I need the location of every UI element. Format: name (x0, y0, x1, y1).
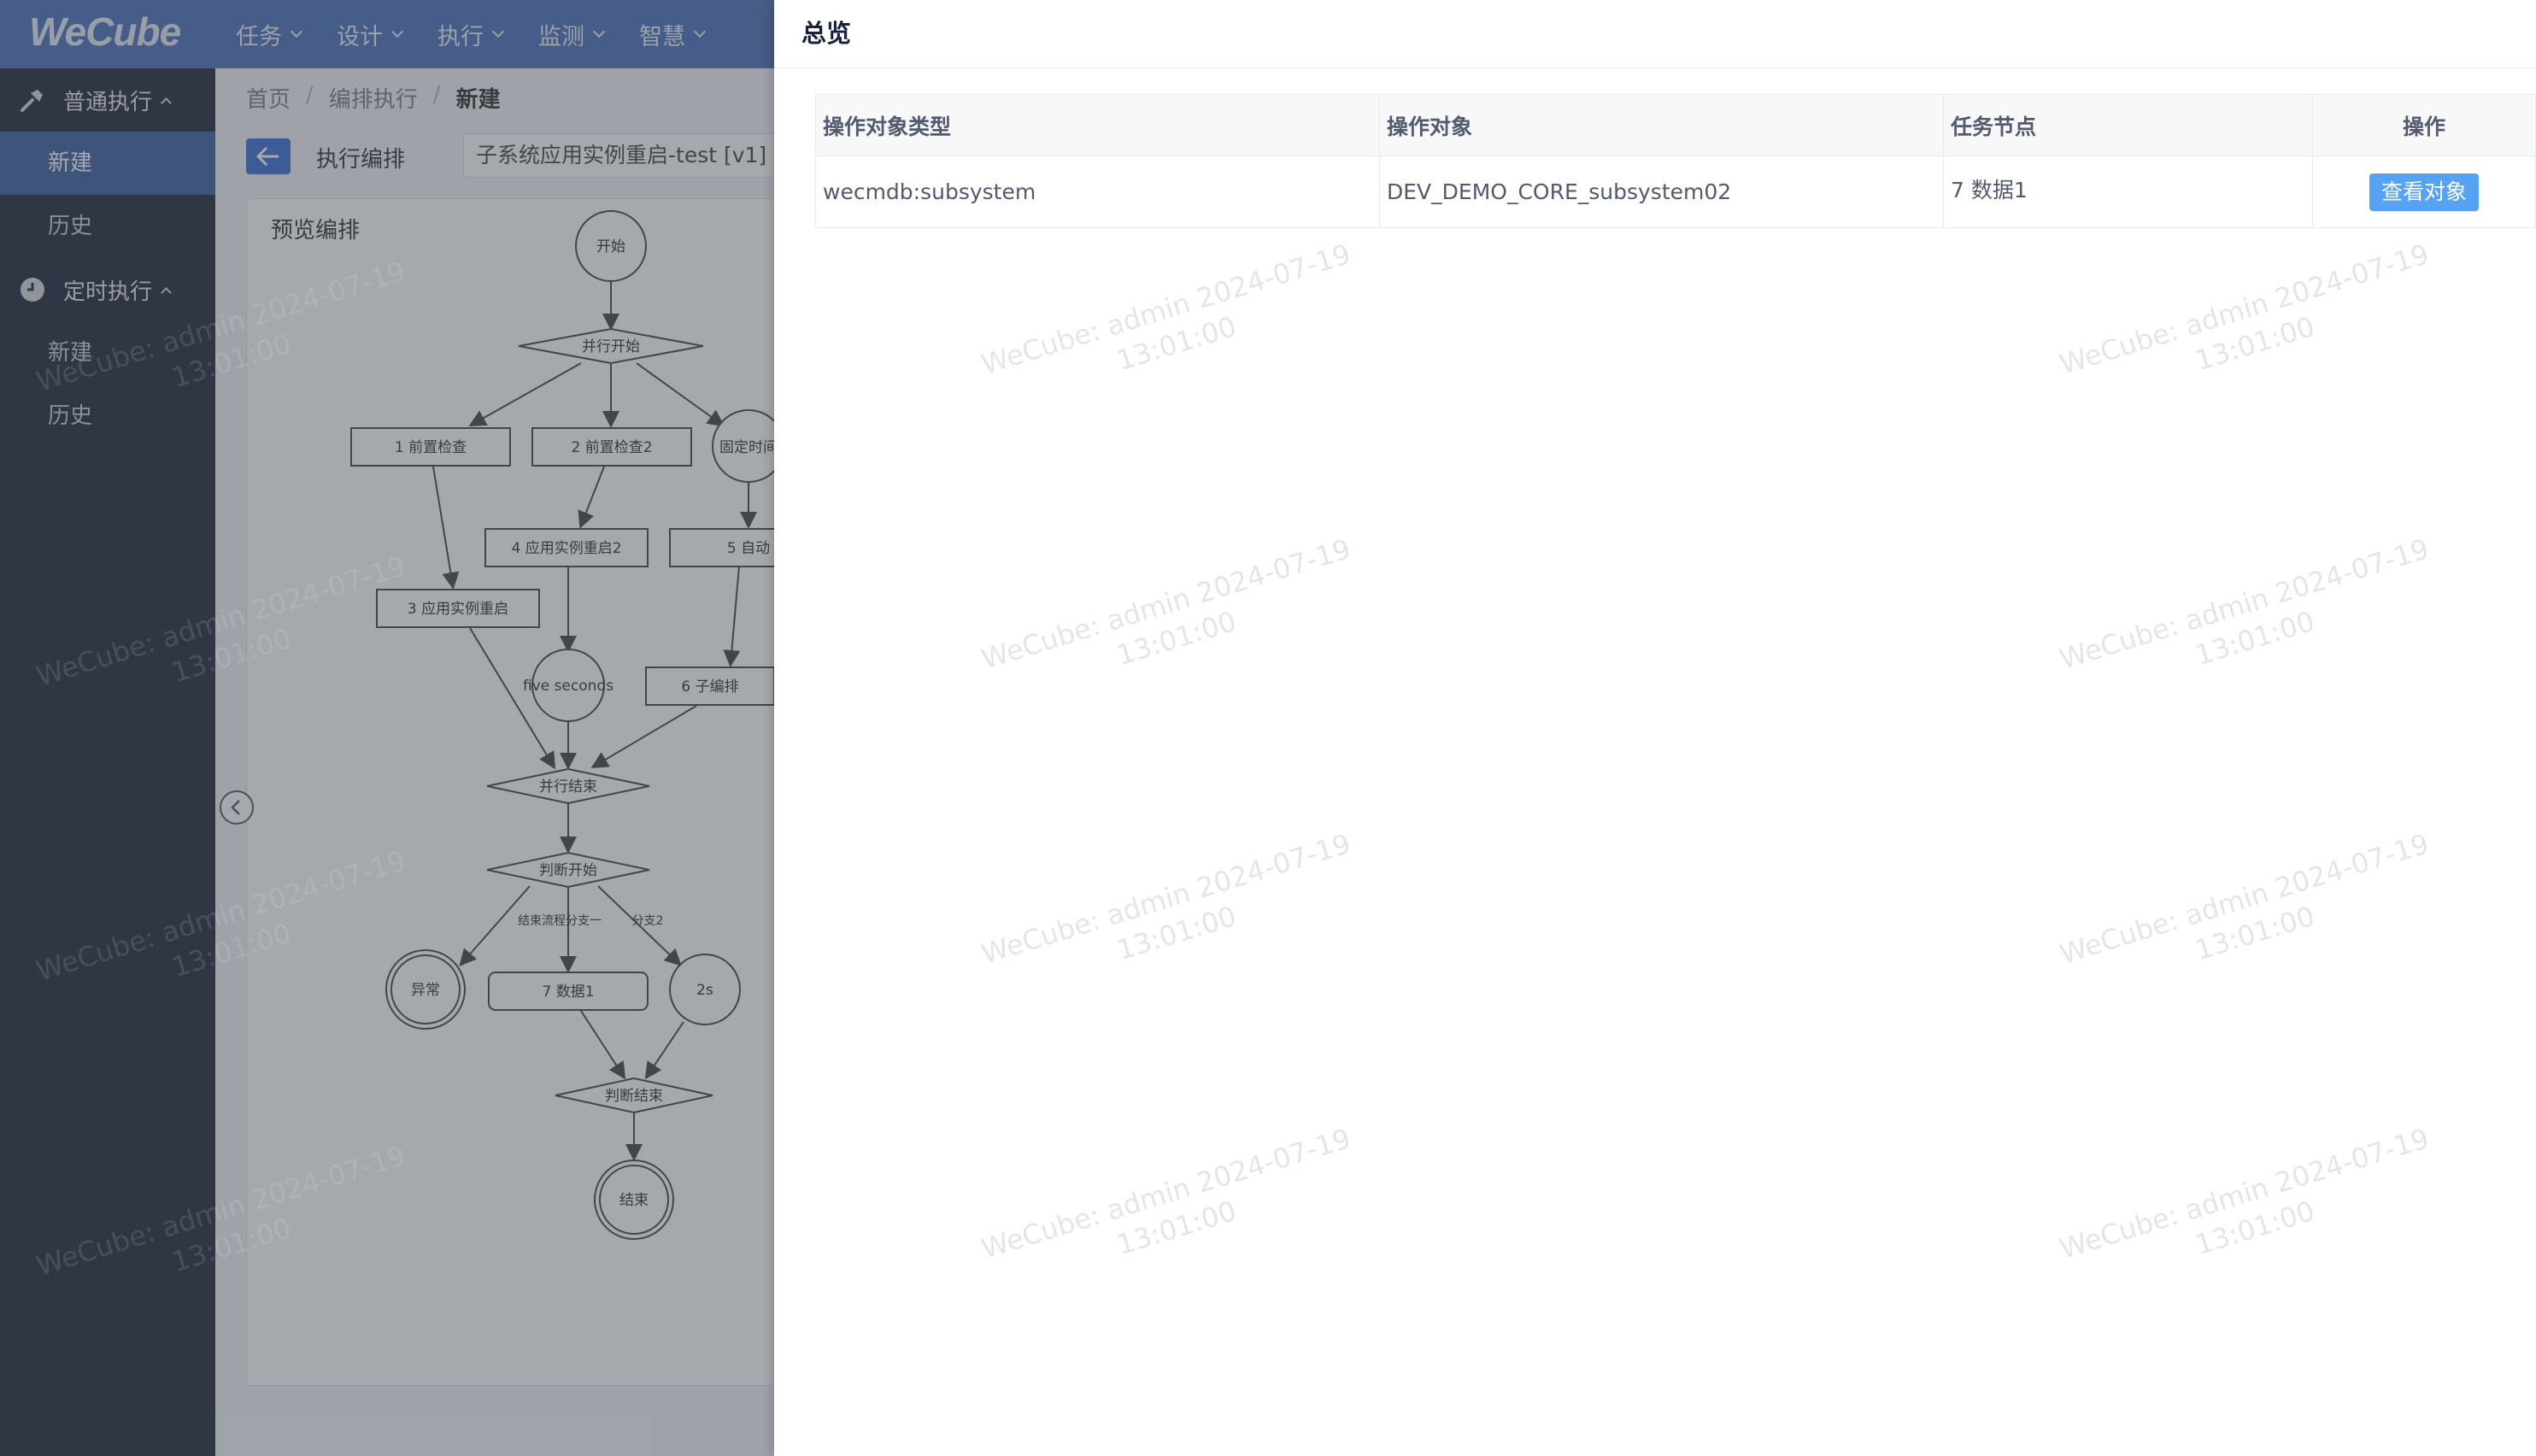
col-action: 操作 (2312, 94, 2536, 156)
watermark: WeCube: admin 2024-07-1913:01:00 (977, 827, 1355, 971)
watermark: WeCube: admin 2024-07-1913:01:00 (977, 532, 1355, 676)
drawer-title: 总览 (801, 19, 852, 48)
watermark: WeCube: admin 2024-07-1913:01:00 (977, 1122, 1355, 1265)
drawer-header: 总览 (774, 0, 2536, 68)
cell-object: DEV_DEMO_CORE_subsystem02 (1379, 156, 1944, 228)
watermark: WeCube: admin 2024-07-1913:01:00 (2056, 827, 2433, 971)
col-task-node: 任务节点 (1943, 94, 2313, 156)
col-object-type: 操作对象类型 (815, 94, 1380, 156)
cell-task-node: 7 数据1 (1943, 156, 2313, 228)
cell-action: 查看对象 (2312, 156, 2536, 228)
modal-mask[interactable] (0, 0, 774, 1456)
overview-drawer: 总览 操作对象类型 操作对象 任务节点 操作 wecmdb:subsystem … (774, 0, 2536, 1456)
col-object: 操作对象 (1379, 94, 1944, 156)
table-header-row: 操作对象类型 操作对象 任务节点 操作 (815, 94, 2536, 156)
cell-object-type: wecmdb:subsystem (815, 156, 1380, 228)
table-row: wecmdb:subsystem DEV_DEMO_CORE_subsystem… (815, 156, 2536, 228)
overview-table: 操作对象类型 操作对象 任务节点 操作 wecmdb:subsystem DEV… (815, 94, 2536, 228)
view-object-button[interactable]: 查看对象 (2369, 173, 2479, 211)
watermark: WeCube: admin 2024-07-1913:01:00 (2056, 1122, 2433, 1265)
watermark: WeCube: admin 2024-07-1913:01:00 (2056, 238, 2433, 381)
watermark: WeCube: admin 2024-07-1913:01:00 (2056, 532, 2433, 676)
watermark: WeCube: admin 2024-07-1913:01:00 (977, 238, 1355, 381)
